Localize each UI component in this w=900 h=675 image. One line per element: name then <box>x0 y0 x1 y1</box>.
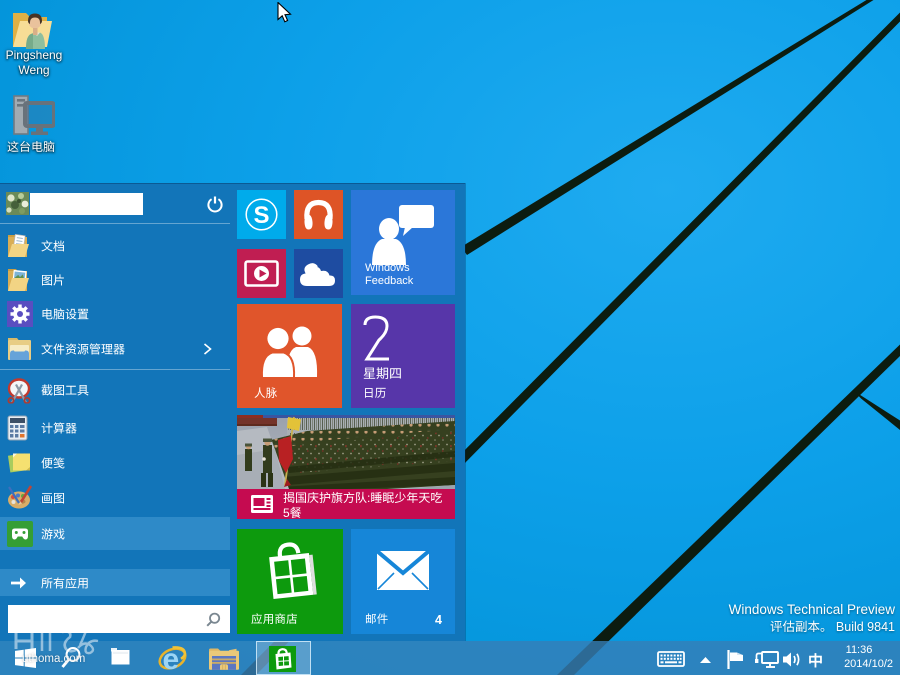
svg-text:S: S <box>253 202 269 229</box>
